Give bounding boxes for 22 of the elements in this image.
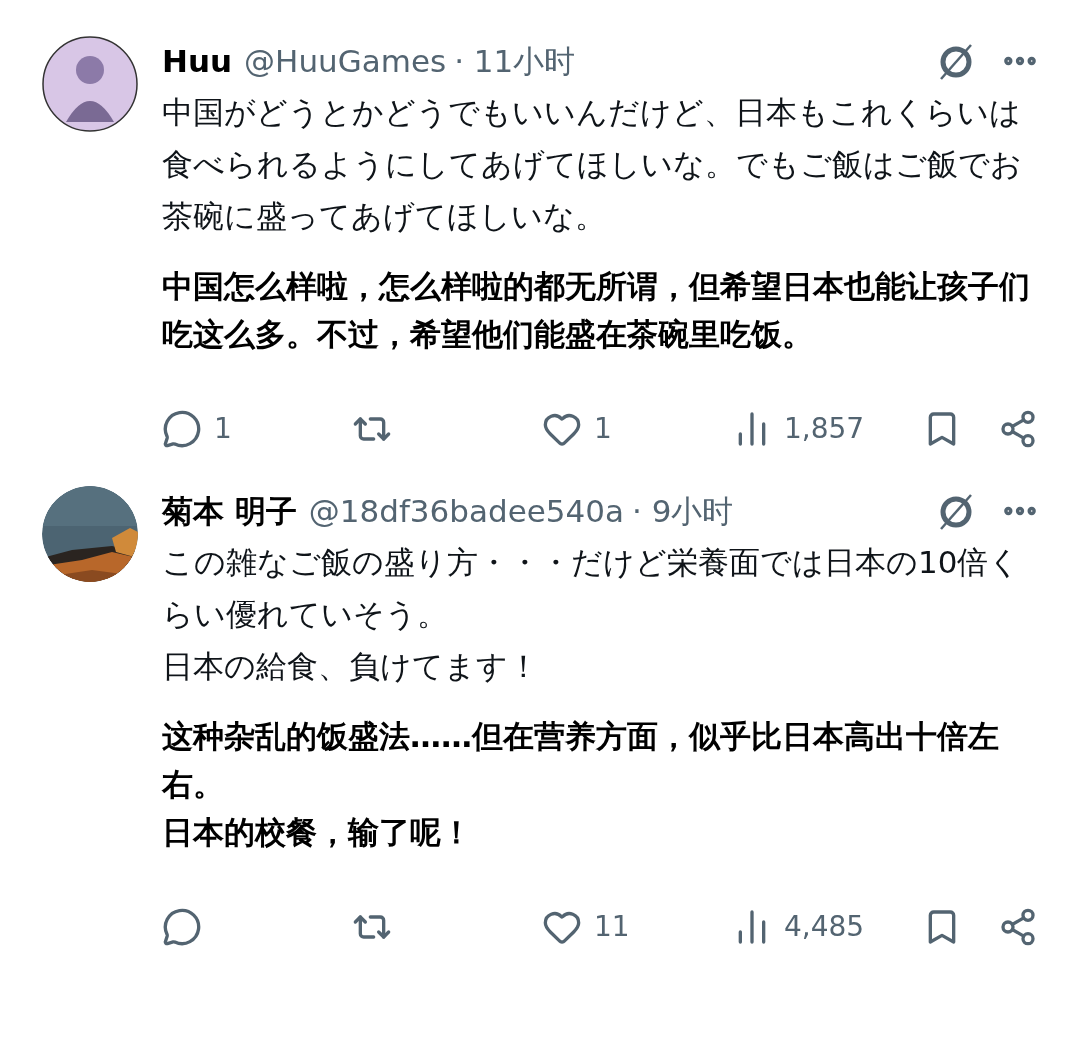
count: 11 <box>594 909 630 945</box>
reply-icon[interactable] <box>162 409 202 449</box>
count: 1 <box>594 411 612 447</box>
user-handle[interactable]: @HuuGames <box>244 37 447 85</box>
count: 1,857 <box>784 411 865 447</box>
share-icon[interactable] <box>998 907 1038 947</box>
post-text: この雑なご飯の盛り方・・・だけど栄養面では日本の10倍くらい優れていそう。 <box>162 543 1022 634</box>
post-time: · 9小时 <box>631 491 734 531</box>
count: 1 <box>214 411 232 447</box>
reply-icon[interactable] <box>162 907 202 947</box>
display-name[interactable]: 菊本 明子 <box>162 487 297 535</box>
post-text: 中国がどうとかどうでもいいんだけど、日本もこれくらいは食べられるようにしてあげてほしいな。でもご飯はご飯でお茶碗に盛ってあげてほしいな。 <box>162 93 1023 236</box>
post-text: 日本の給食、負けてます！ <box>162 647 540 686</box>
translation-text: 日本的校餐，输了呢！ <box>162 813 473 852</box>
user-handle[interactable]: @18df36badee540a <box>308 487 624 535</box>
count: 4,485 <box>784 909 865 945</box>
share-icon[interactable] <box>998 409 1038 449</box>
translation-text: 中国怎么样啦，怎么样啦的都无所谓，但希望日本也能让孩子们吃这么多。不过，希望他们能盛在茶碗里吃饭。 <box>162 267 1031 354</box>
display-name[interactable]: Huu <box>162 37 233 85</box>
post-time: · 11小时 <box>454 41 576 81</box>
translation-text: 这种杂乱的饭盛法……但在营养方面，似乎比日本高出十倍左右。 <box>162 717 1000 804</box>
avatar[interactable] <box>42 36 138 132</box>
